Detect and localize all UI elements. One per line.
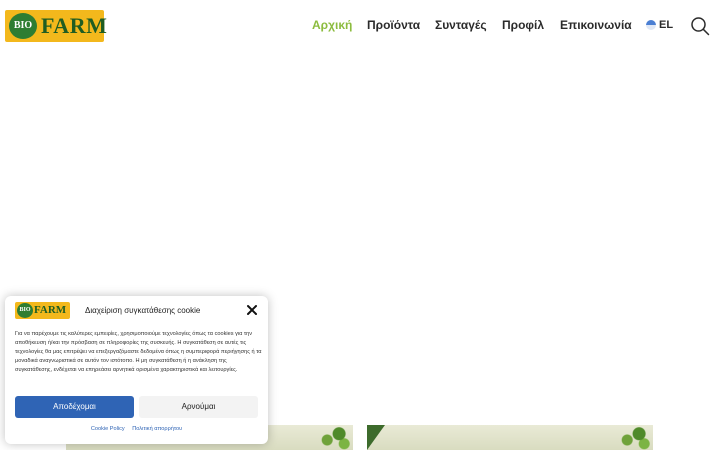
- nav-item-profile[interactable]: Προφίλ: [502, 18, 544, 32]
- cookie-policy-link[interactable]: Cookie Policy: [91, 426, 125, 432]
- language-label: EL: [659, 19, 674, 31]
- nav-item-products[interactable]: Προϊόντα: [367, 18, 420, 32]
- cookie-logo-bio-text: BIO: [17, 303, 33, 318]
- privacy-policy-link[interactable]: Πολιτική απορρήτου: [132, 426, 182, 432]
- logo-bio-text: BIO: [9, 13, 37, 39]
- cookie-logo-farm-text: FARM: [34, 304, 67, 316]
- deny-button[interactable]: Αρνούμαι: [139, 396, 258, 418]
- herbs-image: [317, 425, 351, 450]
- leaf-shape: [367, 425, 385, 450]
- language-switcher[interactable]: EL: [646, 19, 673, 31]
- site-header: BIO FARM Αρχική Προϊόντα Συνταγές Προφίλ…: [0, 0, 720, 52]
- cookie-consent-dialog: BIO FARM Διαχείριση συγκατάθεσης cookie …: [5, 296, 268, 444]
- nav-item-recipes[interactable]: Συνταγές: [435, 18, 487, 32]
- close-icon[interactable]: [246, 304, 258, 316]
- cookie-links: Cookie Policy Πολιτική απορρήτου: [5, 426, 268, 432]
- cookie-description: Για να παρέχουμε τις καλύτερες εμπειρίες…: [15, 331, 262, 374]
- search-icon[interactable]: [690, 16, 710, 36]
- product-image[interactable]: [367, 425, 653, 450]
- greek-flag-icon: [646, 20, 656, 30]
- cookie-title: Διαχείριση συγκατάθεσης cookie: [85, 306, 201, 315]
- herbs-image: [617, 425, 651, 450]
- cookie-logo: BIO FARM: [15, 302, 70, 319]
- nav-item-home[interactable]: Αρχική: [312, 18, 352, 32]
- logo-farm-text: FARM: [41, 13, 108, 38]
- biofarm-logo[interactable]: BIO FARM: [5, 10, 108, 42]
- nav-item-contact[interactable]: Επικοινωνία: [560, 18, 632, 32]
- accept-button[interactable]: Αποδέχομαι: [15, 396, 134, 418]
